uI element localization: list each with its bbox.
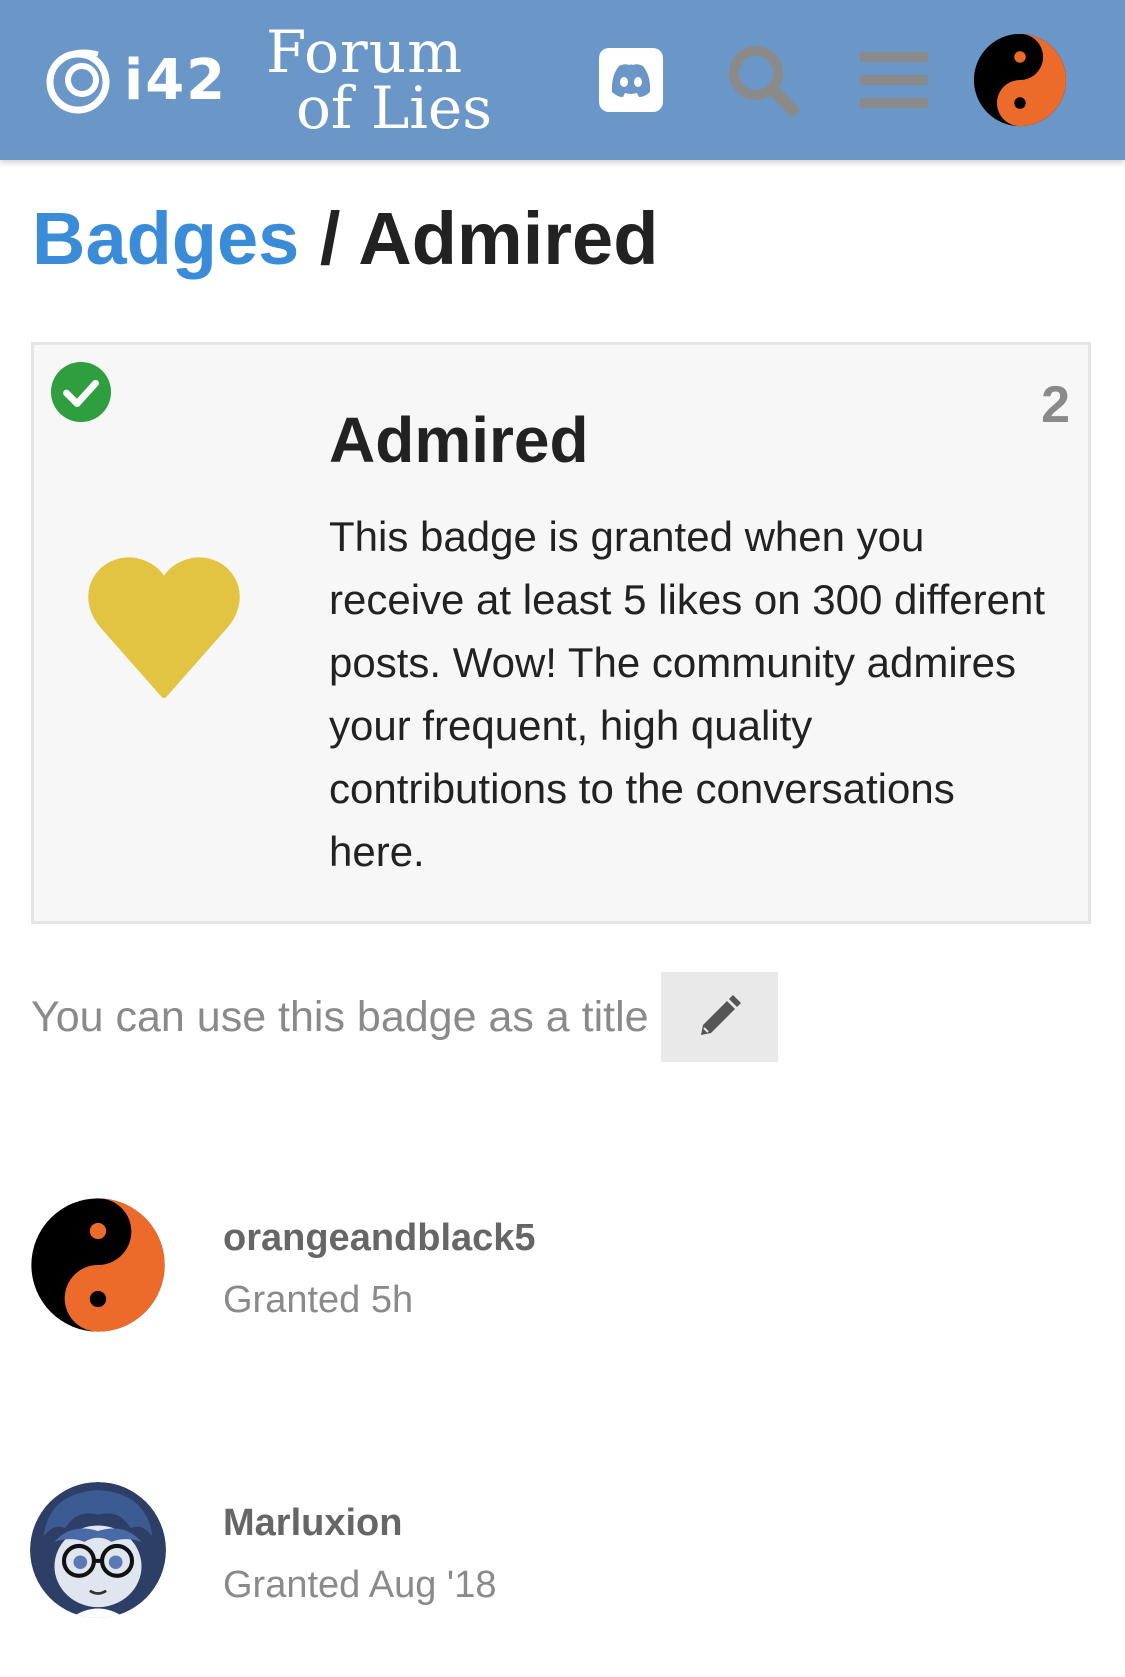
breadcrumb-separator: / <box>299 197 359 280</box>
badge-name: Admired <box>329 404 589 476</box>
badge-card: 2 Admired This badge is granted when you… <box>31 342 1091 924</box>
page-title: Badges / Admired <box>32 196 658 281</box>
menu-button[interactable] <box>849 35 939 125</box>
grantee-row[interactable]: Marluxion Granted Aug '18 <box>30 1482 1090 1618</box>
grantee-row[interactable]: orangeandblack5 Granted 5h <box>30 1197 1090 1333</box>
heart-icon <box>88 557 240 698</box>
use-as-title-text: You can use this badge as a title <box>31 992 649 1041</box>
badge-description: This badge is granted when you receive a… <box>329 513 1045 875</box>
site-logo-line2: of Lies <box>296 74 492 142</box>
yin-yang-avatar-icon <box>973 33 1067 127</box>
search-button[interactable] <box>718 35 808 125</box>
site-header: i42 Forum of Lies <box>0 0 1125 160</box>
use-as-title-row: You can use this badge as a title <box>31 972 778 1062</box>
anime-character-avatar-icon <box>30 1482 166 1618</box>
discord-icon <box>599 48 663 112</box>
grant-count: 2 <box>1041 376 1070 434</box>
forum-of-lies-logo[interactable]: Forum of Lies <box>266 18 506 142</box>
i42-logo[interactable]: i42 <box>38 40 238 120</box>
search-icon <box>729 46 799 116</box>
grantee-username[interactable]: orangeandblack5 <box>223 1217 536 1260</box>
user-avatar-button[interactable] <box>972 32 1068 128</box>
grantee-avatar[interactable] <box>30 1197 166 1333</box>
hamburger-menu-icon <box>860 52 928 108</box>
discord-button[interactable] <box>586 35 676 125</box>
swirl-logo-icon <box>46 49 110 114</box>
pencil-icon <box>701 995 742 1035</box>
grantee-granted-time: Granted 5h <box>223 1279 414 1321</box>
breadcrumb-current: Admired <box>358 197 659 280</box>
breadcrumb-badges-link[interactable]: Badges <box>32 197 299 280</box>
grantee-granted-time: Granted Aug '18 <box>223 1564 497 1606</box>
i42-logo-text: i42 <box>124 47 228 113</box>
granted-check-icon <box>50 361 112 423</box>
grantee-username[interactable]: Marluxion <box>223 1502 402 1545</box>
yin-yang-avatar-icon <box>31 1198 165 1332</box>
edit-title-button[interactable] <box>660 972 778 1062</box>
grantee-avatar[interactable] <box>30 1482 166 1618</box>
